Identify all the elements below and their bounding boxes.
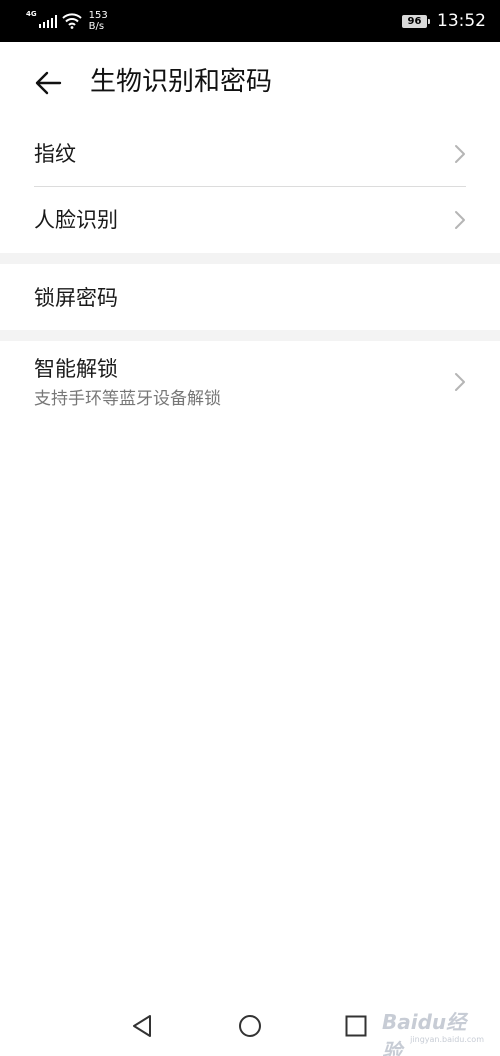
baidu-watermark: Baidu经验 jingyan.baidu.com xyxy=(376,1006,486,1056)
section-gap xyxy=(0,253,500,264)
status-left: 4G 153 B/s xyxy=(26,10,108,32)
signal-icon xyxy=(38,14,57,28)
item-label: 锁屏密码 xyxy=(34,286,118,310)
chevron-right-icon xyxy=(455,145,465,163)
speed-unit: B/s xyxy=(88,21,105,32)
speed-value: 153 xyxy=(88,10,108,21)
chevron-right-icon xyxy=(455,373,465,391)
item-label: 人脸识别 xyxy=(34,208,118,232)
watermark-url: jingyan.baidu.com xyxy=(410,1035,484,1044)
list-item-lock-screen-password[interactable]: 锁屏密码 xyxy=(0,264,500,330)
status-bar: 4G 153 B/s 96 13:52 xyxy=(0,0,500,42)
battery-level: 96 xyxy=(407,15,422,27)
list-item-fingerprint[interactable]: 指纹 xyxy=(0,122,500,186)
battery-icon: 96 xyxy=(402,14,430,28)
item-label: 指纹 xyxy=(34,142,76,166)
network-speed: 153 B/s xyxy=(89,10,108,32)
item-label: 智能解锁 xyxy=(34,357,118,381)
arrow-left-icon[interactable] xyxy=(33,68,63,98)
circle-home-icon[interactable] xyxy=(236,1012,264,1040)
watermark-brand: Baidu经验 xyxy=(382,1010,467,1056)
app-header: 生物识别和密码 xyxy=(0,42,500,122)
item-subtitle: 支持手环等蓝牙设备解锁 xyxy=(34,389,221,409)
network-type: 4G xyxy=(26,10,37,18)
page-title: 生物识别和密码 xyxy=(90,67,273,97)
section-gap xyxy=(0,330,500,341)
status-right: 96 13:52 xyxy=(402,11,486,31)
list-item-smart-unlock[interactable]: 智能解锁 支持手环等蓝牙设备解锁 xyxy=(0,341,500,425)
triangle-back-icon[interactable] xyxy=(129,1012,157,1040)
list-item-face-recognition[interactable]: 人脸识别 xyxy=(0,187,500,253)
wifi-icon xyxy=(61,13,82,29)
square-recents-icon[interactable] xyxy=(342,1012,370,1040)
chevron-right-icon xyxy=(455,211,465,229)
status-time: 13:52 xyxy=(437,11,486,31)
